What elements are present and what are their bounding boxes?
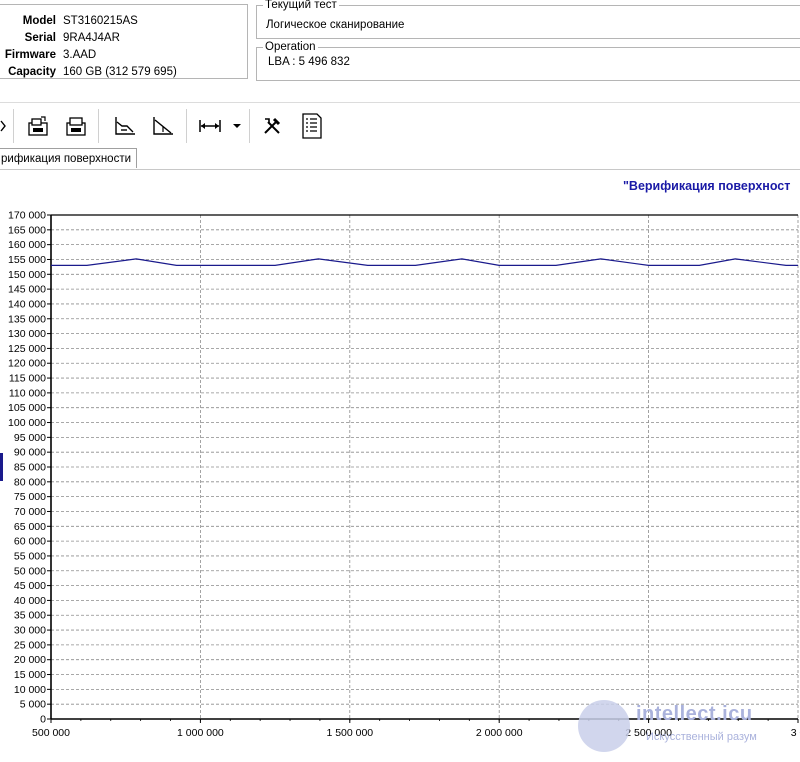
y-tick-label: 50 000	[14, 565, 46, 577]
y-tick-label: 105 000	[8, 402, 46, 414]
current-test-title: Текущий тест	[263, 0, 339, 12]
y-tick-label: 0	[40, 714, 46, 726]
model-value: ST3160215AS	[63, 15, 138, 27]
dropdown-arrow-icon[interactable]	[228, 114, 246, 138]
chart-title: "Верификация поверхност	[623, 179, 791, 193]
capacity-row: Capacity 160 GB (312 579 695)	[0, 64, 249, 81]
y-tick-label: 70 000	[14, 506, 46, 518]
partial-icon[interactable]	[0, 114, 10, 138]
operation-value: LBA : 5 496 832	[268, 56, 350, 68]
y-tick-label: 40 000	[14, 595, 46, 607]
current-test-value: Логическое сканирование	[266, 19, 405, 31]
toolbar-separator	[249, 109, 250, 143]
y-tick-label: 165 000	[8, 224, 46, 236]
y-tick-label: 10 000	[14, 684, 46, 696]
y-tick-label: 80 000	[14, 476, 46, 488]
y-tick-label: 85 000	[14, 462, 46, 474]
y-tick-label: 75 000	[14, 491, 46, 503]
y-tick-label: 25 000	[14, 639, 46, 651]
toolbar-separator	[186, 109, 187, 143]
y-tick-label: 65 000	[14, 521, 46, 533]
serial-row: Serial 9RA4J4AR	[0, 30, 249, 47]
y-tick-label: 115 000	[9, 373, 46, 385]
graph-slope-icon[interactable]	[151, 114, 175, 138]
drive-load-icon[interactable]	[64, 114, 88, 138]
y-tick-label: 60 000	[14, 536, 46, 548]
y-tick-label: 95 000	[14, 432, 46, 444]
firmware-row: Firmware 3.AAD	[0, 47, 249, 64]
tools-icon[interactable]	[260, 114, 284, 138]
capacity-value: 160 GB (312 579 695)	[63, 66, 177, 78]
watermark-logo	[578, 700, 630, 752]
y-axis-title-fragment	[0, 453, 3, 481]
tab-strip: рификация поверхности	[0, 147, 800, 170]
serial-value: 9RA4J4AR	[63, 32, 120, 44]
x-tick-label: 500 000	[32, 727, 70, 739]
model-row: Model ST3160215AS	[0, 13, 249, 30]
y-tick-label: 160 000	[8, 239, 46, 251]
drive-save-icon[interactable]	[26, 114, 50, 138]
toolbar-separator	[98, 109, 99, 143]
x-tick-label: 1 000 000	[177, 727, 224, 739]
y-tick-label: 55 000	[14, 550, 46, 562]
watermark-subtext: Искусственный разум	[646, 731, 757, 743]
x-tick-label: 1 500 000	[326, 727, 373, 739]
tab-surface-verification[interactable]: рификация поверхности	[0, 148, 137, 168]
y-tick-label: 170 000	[8, 210, 46, 222]
range-icon[interactable]	[198, 114, 222, 138]
y-tick-label: 125 000	[8, 343, 46, 355]
y-tick-label: 45 000	[14, 580, 46, 592]
model-label: Model	[22, 15, 56, 27]
x-tick-label: 2 000 000	[476, 727, 523, 739]
y-tick-label: 155 000	[8, 254, 46, 266]
drive-info-panel: Model ST3160215AS Serial 9RA4J4AR Firmwa…	[0, 4, 248, 79]
y-tick-label: 90 000	[14, 447, 46, 459]
y-tick-label: 5 000	[20, 699, 46, 711]
y-tick-label: 15 000	[14, 669, 46, 681]
operation-group: Operation LBA : 5 496 832	[256, 40, 800, 81]
y-tick-label: 145 000	[8, 284, 46, 296]
current-test-group: Текущий тест Логическое сканирование	[256, 0, 800, 39]
operation-title: Operation	[263, 40, 318, 54]
y-tick-label: 150 000	[8, 269, 46, 281]
y-tick-label: 110 000	[9, 387, 46, 399]
y-tick-label: 135 000	[8, 313, 46, 325]
y-tick-label: 35 000	[14, 610, 46, 622]
y-tick-label: 140 000	[8, 298, 46, 310]
y-tick-label: 120 000	[8, 358, 46, 370]
toolbar-separator	[13, 109, 14, 143]
verification-chart: 0 5 000 10 000 15 000 20 000 25 000 30 000 35 0…	[0, 210, 800, 739]
y-tick-label: 30 000	[14, 625, 46, 637]
toolbar	[0, 102, 800, 149]
report-icon[interactable]	[300, 113, 324, 139]
watermark-text: intellect.icu	[636, 703, 753, 725]
firmware-label: Firmware	[4, 49, 56, 61]
capacity-label: Capacity	[8, 66, 56, 78]
y-tick-label: 20 000	[14, 654, 46, 666]
x-tick-label: 3 0	[791, 727, 800, 739]
firmware-value: 3.AAD	[63, 49, 97, 61]
graph-down-icon[interactable]	[113, 114, 137, 138]
y-tick-label: 100 000	[8, 417, 46, 429]
serial-label: Serial	[24, 32, 56, 44]
y-tick-label: 130 000	[8, 328, 46, 340]
